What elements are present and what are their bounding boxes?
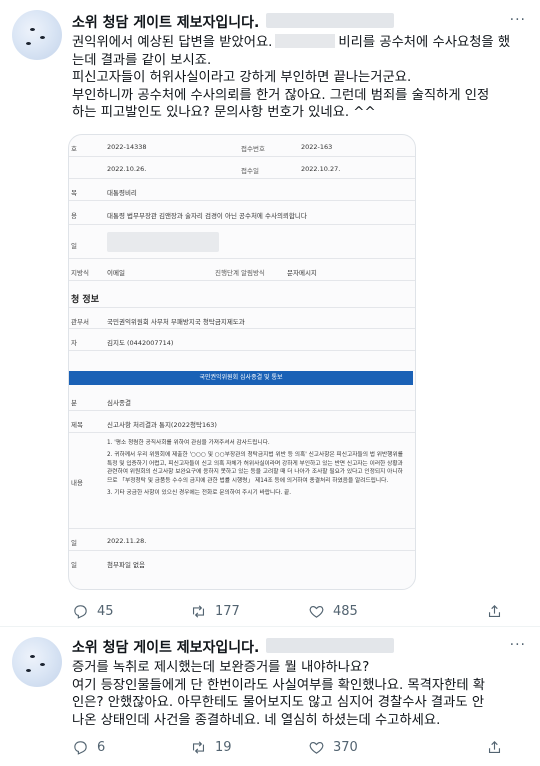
doc-section-title: 청 정보 bbox=[71, 295, 99, 305]
doc-label: 호 bbox=[71, 145, 77, 153]
author-name[interactable]: 소위 청담 게이트 제보자입니다. bbox=[72, 12, 259, 32]
like-button[interactable]: 370 bbox=[308, 739, 358, 756]
doc-label: 용 bbox=[71, 212, 77, 220]
tweet-line: 하는 피고발인도 있나요? 문의사항 번호가 있네요. ^^ bbox=[72, 105, 376, 121]
more-icon[interactable]: ··· bbox=[510, 637, 526, 653]
doc-body-paragraph: 3. 기타 궁금한 사항이 있으신 경우에는 전화로 문의하여 주시기 바랍니다… bbox=[107, 490, 292, 497]
doc-label: 제목 bbox=[71, 421, 83, 429]
doc-label: 분 bbox=[71, 399, 77, 407]
doc-result-bar: 국민권익위원회 심사종결 및 통보 bbox=[69, 371, 413, 385]
doc-receipt-no: 2022-14338 bbox=[107, 143, 147, 151]
author-handle-redacted bbox=[266, 13, 394, 28]
doc-value: 2022.11.28. bbox=[107, 537, 147, 545]
author-avatar[interactable] bbox=[12, 10, 62, 60]
tweet-line: 나온 상태인데 사건을 종결하네요. 네 열심히 하셨는데 수고하세요. bbox=[72, 712, 441, 728]
tweet-actions: 45 177 485 bbox=[72, 603, 512, 623]
doc-label: 일 bbox=[71, 539, 77, 547]
tweet-2[interactable]: 소위 청담 게이트 제보자입니다. ··· 증거를 녹취로 제시했는데 보완증거… bbox=[0, 627, 540, 766]
tweet-text: 권익위에서 예상된 답변을 받았어요. 비리를 공수처에 수사요청을 했 는데 결… bbox=[72, 34, 528, 122]
doc-label: 진행단계 알림방식 bbox=[215, 269, 265, 277]
doc-label: 접수일 bbox=[241, 167, 259, 175]
tweet-1[interactable]: 소위 청담 게이트 제보자입니다. ··· 권익위에서 예상된 답변을 받았어요… bbox=[0, 0, 540, 626]
tweet-actions: 6 19 370 bbox=[72, 739, 512, 759]
tweet-line: 는데 결과를 같이 보시죠. bbox=[72, 52, 212, 68]
tweet-line: 여기 등장인물들에게 단 한번이라도 사실여부를 확인했나요. 목격자한테 확 bbox=[72, 677, 486, 693]
doc-value: 신고사항 처리결과 통지(2022청탁163) bbox=[107, 421, 217, 429]
author-handle-redacted bbox=[266, 638, 394, 653]
tweet-line: 비리를 공수처에 수사요청을 했 bbox=[338, 35, 511, 50]
doc-value: 대통령 법무부장관 김앤장과 술자리 검경이 아닌 공수처에 수사의뢰합니다 bbox=[107, 212, 307, 220]
retweet-button[interactable]: 177 bbox=[190, 603, 240, 620]
doc-label: 자 bbox=[71, 339, 77, 347]
retweet-icon bbox=[192, 741, 205, 754]
doc-label: 접수번호 bbox=[241, 145, 265, 153]
retweet-icon bbox=[192, 605, 205, 618]
doc-label: 지방식 bbox=[71, 269, 89, 277]
doc-value: 2022-163 bbox=[301, 143, 333, 151]
share-icon bbox=[488, 741, 501, 754]
doc-label: 일 bbox=[71, 242, 77, 250]
like-icon bbox=[309, 741, 324, 754]
tweet-text: 증거를 녹취로 제시했는데 보완증거를 뭘 내야하나요? 여기 등장인물들에게 … bbox=[72, 659, 528, 729]
doc-body-paragraph: 2. 귀하께서 우리 위원회에 제출한 '○○○ 및 ○○부장관의 청탁금지법 … bbox=[107, 452, 403, 484]
retweet-count: 177 bbox=[215, 604, 240, 619]
tweet-line: 피신고자들이 허위사실이라고 강하게 부인하면 끝나는거군요. bbox=[72, 70, 412, 86]
doc-value: 첨부파일 없음 bbox=[107, 561, 145, 569]
redacted-field bbox=[107, 232, 219, 252]
author-avatar[interactable] bbox=[12, 637, 62, 687]
doc-label: 관부서 bbox=[71, 318, 89, 326]
doc-label: 일 bbox=[71, 561, 77, 569]
retweet-button[interactable]: 19 bbox=[190, 739, 232, 756]
like-count: 485 bbox=[333, 604, 358, 619]
tweet-line: 인은? 안했잖아요. 아무한테도 물어보지도 않고 심지어 경찰수사 결과도 안 bbox=[72, 695, 485, 711]
doc-value: 국민권익위원회 사무처 부패방지국 청탁금지제도과 bbox=[107, 318, 245, 326]
doc-label: 내용 bbox=[71, 479, 83, 487]
attached-document-image[interactable]: 호 2022-14338 접수번호 2022-163 2022.10.26. 접… bbox=[68, 134, 416, 590]
document: 호 2022-14338 접수번호 2022-163 2022.10.26. 접… bbox=[69, 135, 415, 589]
like-icon bbox=[309, 605, 324, 618]
reply-button[interactable]: 6 bbox=[72, 739, 105, 756]
doc-value: 심사종결 bbox=[107, 399, 131, 407]
doc-value: 김지도 (0442007714) bbox=[107, 339, 174, 347]
redacted-text bbox=[275, 34, 336, 48]
reply-icon bbox=[74, 741, 87, 755]
doc-body: 1. '평소 청렴한 공직사회를 위하여 관심을 가져주셔서 감사드립니다. 2… bbox=[107, 439, 407, 497]
author-name[interactable]: 소위 청담 게이트 제보자입니다. bbox=[72, 637, 259, 657]
doc-value: 문자메시지 bbox=[287, 269, 317, 277]
doc-date: 2022.10.26. bbox=[107, 165, 147, 173]
tweet-line: 권익위에서 예상된 답변을 받았어요. bbox=[72, 35, 273, 50]
more-icon[interactable]: ··· bbox=[510, 12, 526, 28]
reply-count: 45 bbox=[97, 604, 114, 619]
reply-icon bbox=[74, 605, 87, 619]
share-icon bbox=[488, 605, 501, 618]
tweet-line: 증거를 녹취로 제시했는데 보완증거를 뭘 내야하나요? bbox=[72, 660, 370, 675]
reply-button[interactable]: 45 bbox=[72, 603, 114, 620]
like-count: 370 bbox=[333, 740, 358, 755]
like-button[interactable]: 485 bbox=[308, 603, 358, 620]
tweet-line: 부인하니까 공수처에 수사의뢰를 한거 잖아요. 그런데 범죄를 술직하게 인정 bbox=[72, 87, 490, 103]
doc-value: 대통령비리 bbox=[107, 189, 137, 197]
doc-body-paragraph: 1. '평소 청렴한 공직사회를 위하여 관심을 가져주셔서 감사드립니다. bbox=[107, 440, 270, 446]
doc-value: 이메일 bbox=[107, 269, 125, 277]
doc-value: 2022.10.27. bbox=[301, 165, 341, 173]
retweet-count: 19 bbox=[215, 740, 232, 755]
share-button[interactable] bbox=[486, 739, 511, 756]
share-button[interactable] bbox=[486, 603, 511, 620]
doc-label: 목 bbox=[71, 189, 77, 197]
reply-count: 6 bbox=[97, 740, 106, 755]
